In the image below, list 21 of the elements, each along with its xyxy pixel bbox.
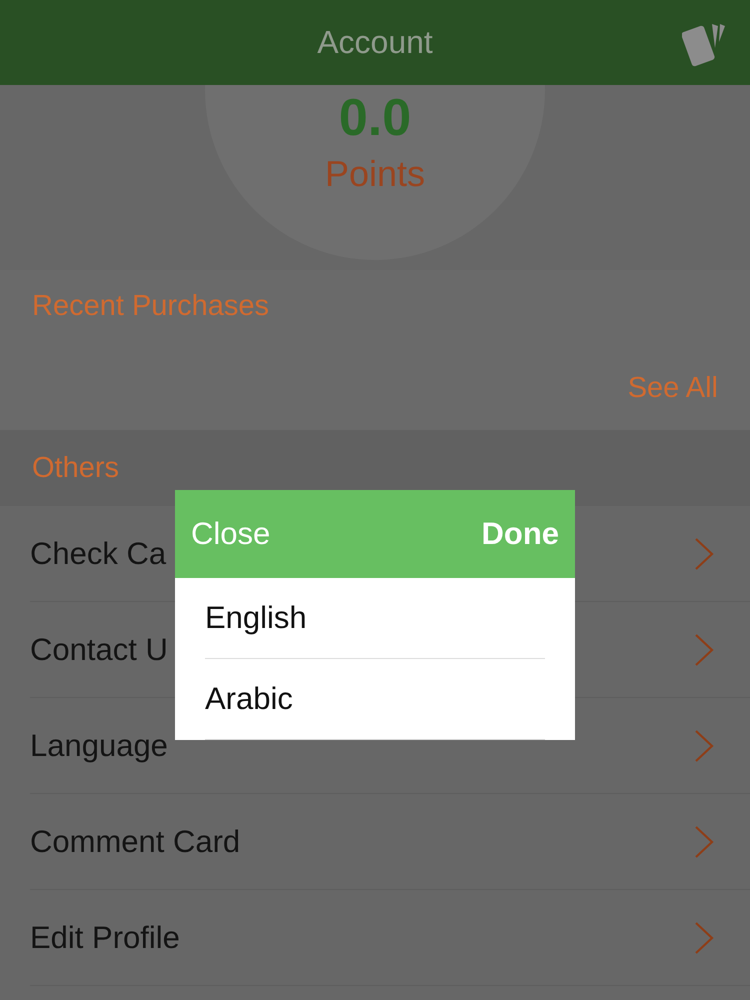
chevron-icon (694, 536, 714, 570)
menu-item-label: Check Ca (30, 536, 166, 572)
chevron-icon (694, 728, 714, 762)
menu-item[interactable]: Comment Card (30, 794, 750, 890)
chevron-icon (694, 920, 714, 954)
language-option[interactable]: English (205, 578, 545, 659)
close-button[interactable]: Close (191, 516, 270, 552)
chevron-icon (694, 824, 714, 858)
menu-item-label: Edit Profile (30, 920, 180, 956)
points-value: 0.0 (338, 88, 412, 148)
screen-title: Account (317, 24, 433, 61)
points-label: Points (324, 152, 426, 196)
section-title: Others (32, 452, 120, 484)
menu-item[interactable]: Edit Profile (30, 890, 750, 986)
section-title: Recent Purchases (32, 289, 270, 324)
menu-item-label: Language (30, 728, 168, 764)
done-button[interactable]: Done (482, 516, 559, 552)
chevron-icon (694, 632, 714, 666)
menu-item-label: Comment Card (30, 824, 240, 860)
menu-item-label: Contact U (30, 632, 168, 668)
language-option[interactable]: Arabic (205, 659, 545, 740)
